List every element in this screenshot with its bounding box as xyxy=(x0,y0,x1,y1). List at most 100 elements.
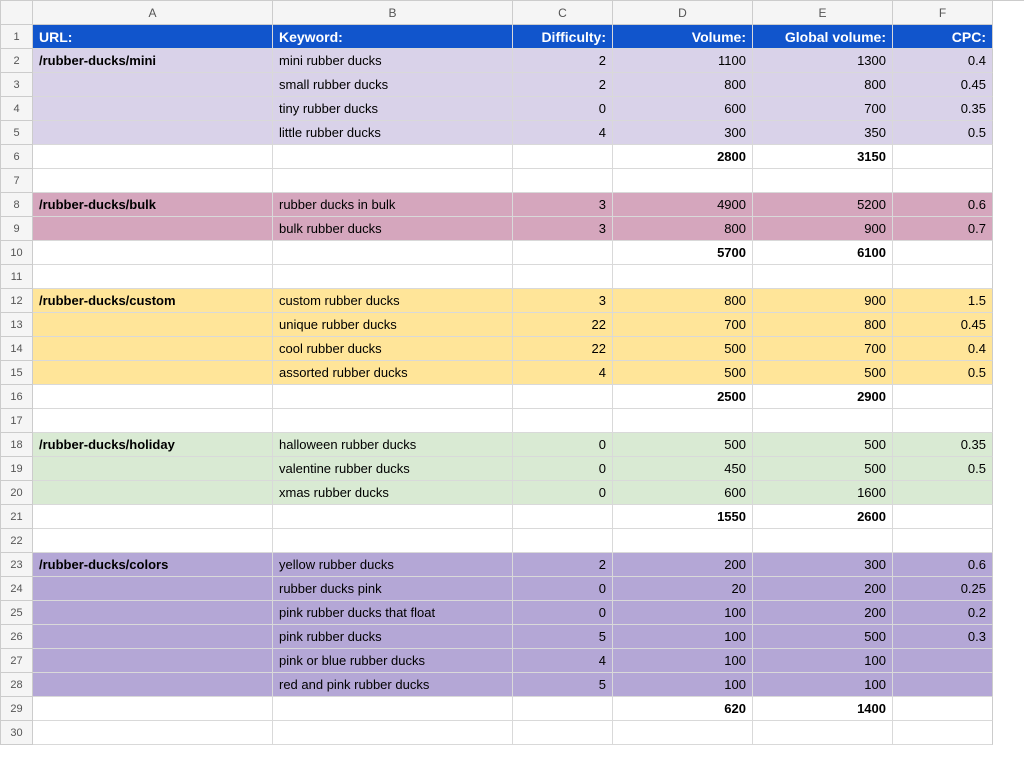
data-cell-global-volume[interactable]: 1600 xyxy=(753,481,893,505)
data-cell-volume[interactable] xyxy=(613,721,753,745)
data-cell-difficulty[interactable]: 2 xyxy=(513,49,613,73)
data-cell-keyword[interactable]: pink rubber ducks xyxy=(273,625,513,649)
data-cell-keyword[interactable]: assorted rubber ducks xyxy=(273,361,513,385)
data-cell-global-volume[interactable]: 200 xyxy=(753,577,893,601)
data-cell-keyword[interactable] xyxy=(273,529,513,553)
header-cell[interactable]: Difficulty: xyxy=(513,25,613,49)
row-header[interactable]: 17 xyxy=(1,409,33,433)
data-cell-global-volume[interactable]: 800 xyxy=(753,313,893,337)
data-cell-cpc[interactable] xyxy=(893,673,993,697)
data-cell-url[interactable] xyxy=(33,697,273,721)
data-cell-global-volume[interactable]: 800 xyxy=(753,73,893,97)
column-header[interactable]: B xyxy=(273,1,513,25)
data-cell-url[interactable] xyxy=(33,337,273,361)
data-cell-volume[interactable]: 300 xyxy=(613,121,753,145)
data-cell-url[interactable] xyxy=(33,313,273,337)
row-header[interactable]: 1 xyxy=(1,25,33,49)
data-cell-difficulty[interactable] xyxy=(513,145,613,169)
data-cell-difficulty[interactable]: 22 xyxy=(513,313,613,337)
data-cell-cpc[interactable] xyxy=(893,145,993,169)
data-cell-volume[interactable]: 600 xyxy=(613,481,753,505)
data-cell-volume[interactable]: 1550 xyxy=(613,505,753,529)
data-cell-cpc[interactable]: 0.35 xyxy=(893,97,993,121)
data-cell-url[interactable] xyxy=(33,145,273,169)
data-cell-global-volume[interactable]: 1300 xyxy=(753,49,893,73)
data-cell-volume[interactable]: 20 xyxy=(613,577,753,601)
data-cell-keyword[interactable]: xmas rubber ducks xyxy=(273,481,513,505)
row-header[interactable]: 5 xyxy=(1,121,33,145)
data-cell-difficulty[interactable] xyxy=(513,721,613,745)
data-cell-url[interactable] xyxy=(33,625,273,649)
data-cell-keyword[interactable]: rubber ducks pink xyxy=(273,577,513,601)
data-cell-difficulty[interactable]: 0 xyxy=(513,433,613,457)
data-cell-difficulty[interactable]: 4 xyxy=(513,361,613,385)
data-cell-cpc[interactable]: 0.45 xyxy=(893,73,993,97)
row-header[interactable]: 7 xyxy=(1,169,33,193)
data-cell-cpc[interactable] xyxy=(893,385,993,409)
data-cell-global-volume[interactable]: 3150 xyxy=(753,145,893,169)
column-header[interactable]: C xyxy=(513,1,613,25)
data-cell-keyword[interactable]: cool rubber ducks xyxy=(273,337,513,361)
data-cell-difficulty[interactable]: 3 xyxy=(513,193,613,217)
data-cell-difficulty[interactable]: 0 xyxy=(513,97,613,121)
data-cell-cpc[interactable]: 0.3 xyxy=(893,625,993,649)
data-cell-url[interactable] xyxy=(33,577,273,601)
column-header[interactable]: D xyxy=(613,1,753,25)
data-cell-keyword[interactable] xyxy=(273,241,513,265)
data-cell-difficulty[interactable] xyxy=(513,505,613,529)
data-cell-difficulty[interactable]: 2 xyxy=(513,553,613,577)
data-cell-cpc[interactable]: 0.35 xyxy=(893,433,993,457)
corner-cell[interactable] xyxy=(1,1,33,25)
data-cell-keyword[interactable] xyxy=(273,697,513,721)
data-cell-keyword[interactable]: red and pink rubber ducks xyxy=(273,673,513,697)
data-cell-url[interactable] xyxy=(33,241,273,265)
data-cell-volume[interactable]: 100 xyxy=(613,649,753,673)
data-cell-global-volume[interactable] xyxy=(753,265,893,289)
data-cell-keyword[interactable]: custom rubber ducks xyxy=(273,289,513,313)
row-header[interactable]: 14 xyxy=(1,337,33,361)
data-cell-keyword[interactable]: valentine rubber ducks xyxy=(273,457,513,481)
row-header[interactable]: 6 xyxy=(1,145,33,169)
data-cell-global-volume[interactable]: 2600 xyxy=(753,505,893,529)
data-cell-volume[interactable]: 450 xyxy=(613,457,753,481)
data-cell-difficulty[interactable]: 2 xyxy=(513,73,613,97)
data-cell-global-volume[interactable]: 100 xyxy=(753,673,893,697)
data-cell-cpc[interactable]: 0.5 xyxy=(893,361,993,385)
data-cell-global-volume[interactable] xyxy=(753,529,893,553)
row-header[interactable]: 24 xyxy=(1,577,33,601)
data-cell-volume[interactable] xyxy=(613,265,753,289)
data-cell-difficulty[interactable] xyxy=(513,241,613,265)
data-cell-global-volume[interactable]: 1400 xyxy=(753,697,893,721)
data-cell-keyword[interactable]: rubber ducks in bulk xyxy=(273,193,513,217)
row-header[interactable]: 26 xyxy=(1,625,33,649)
data-cell-global-volume[interactable]: 700 xyxy=(753,97,893,121)
data-cell-difficulty[interactable]: 5 xyxy=(513,625,613,649)
data-cell-volume[interactable]: 500 xyxy=(613,337,753,361)
data-cell-global-volume[interactable]: 300 xyxy=(753,553,893,577)
row-header[interactable]: 15 xyxy=(1,361,33,385)
row-header[interactable]: 28 xyxy=(1,673,33,697)
data-cell-difficulty[interactable] xyxy=(513,385,613,409)
data-cell-global-volume[interactable] xyxy=(753,169,893,193)
data-cell-difficulty[interactable]: 22 xyxy=(513,337,613,361)
data-cell-url[interactable]: /rubber-ducks/bulk xyxy=(33,193,273,217)
data-cell-global-volume[interactable]: 900 xyxy=(753,289,893,313)
row-header[interactable]: 3 xyxy=(1,73,33,97)
data-cell-volume[interactable]: 100 xyxy=(613,625,753,649)
data-cell-url[interactable]: /rubber-ducks/colors xyxy=(33,553,273,577)
row-header[interactable]: 25 xyxy=(1,601,33,625)
row-header[interactable]: 23 xyxy=(1,553,33,577)
data-cell-volume[interactable] xyxy=(613,409,753,433)
data-cell-volume[interactable]: 100 xyxy=(613,673,753,697)
data-cell-volume[interactable]: 800 xyxy=(613,289,753,313)
data-cell-global-volume[interactable]: 6100 xyxy=(753,241,893,265)
row-header[interactable]: 8 xyxy=(1,193,33,217)
data-cell-url[interactable]: /rubber-ducks/mini xyxy=(33,49,273,73)
data-cell-keyword[interactable]: halloween rubber ducks xyxy=(273,433,513,457)
data-cell-url[interactable] xyxy=(33,385,273,409)
data-cell-url[interactable] xyxy=(33,217,273,241)
data-cell-global-volume[interactable]: 500 xyxy=(753,457,893,481)
data-cell-cpc[interactable] xyxy=(893,409,993,433)
data-cell-global-volume[interactable]: 900 xyxy=(753,217,893,241)
data-cell-cpc[interactable] xyxy=(893,481,993,505)
